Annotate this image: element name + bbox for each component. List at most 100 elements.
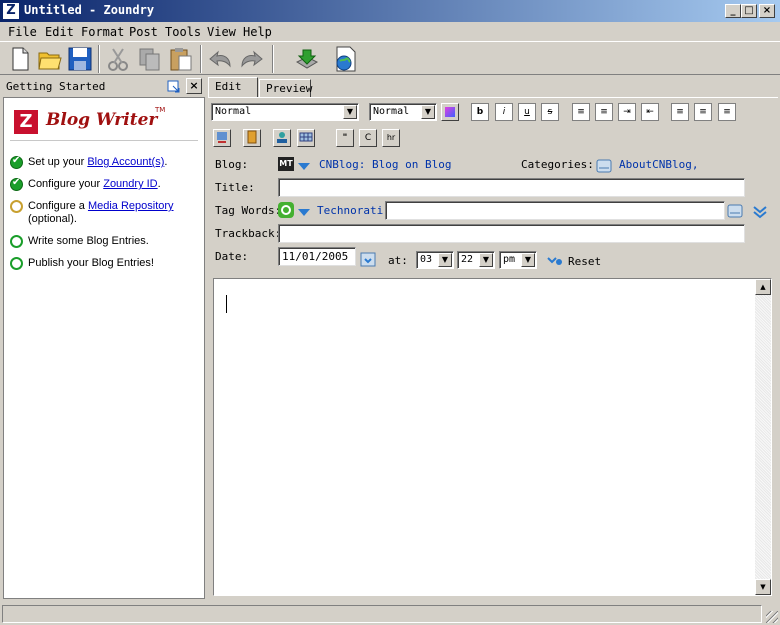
check-done-icon xyxy=(10,177,23,191)
save-disk-icon[interactable] xyxy=(65,44,95,74)
code-button[interactable]: C xyxy=(359,129,377,147)
blog-name-link[interactable]: CNBlog: Blog on Blog xyxy=(319,158,451,171)
task-text: Write some Blog Entries. xyxy=(28,235,149,247)
blog-writer-logo: Z Blog Writer TM xyxy=(12,106,192,138)
blockquote-button[interactable]: " xyxy=(336,129,354,147)
font-size-value: Normal xyxy=(373,106,410,117)
date-label: Date: xyxy=(215,250,249,263)
bullet-list-icon[interactable]: ≡ xyxy=(595,103,613,121)
close-button[interactable]: × xyxy=(759,4,775,18)
panel-dock-icon[interactable] xyxy=(167,79,181,93)
category-value[interactable]: AboutCNBlog, xyxy=(619,158,698,171)
panel-close-icon[interactable]: × xyxy=(186,78,202,94)
paragraph-style-select[interactable]: Normal ▼ xyxy=(211,103,359,121)
blog-label: Blog: xyxy=(215,158,249,171)
strikethrough-button[interactable]: s xyxy=(541,103,559,121)
status-bar xyxy=(0,603,780,625)
tag-words-label: Tag Words: xyxy=(215,204,282,217)
menu-help[interactable]: Help xyxy=(243,25,272,39)
menu-format[interactable]: Format xyxy=(81,25,124,39)
scroll-down-icon[interactable]: ▼ xyxy=(755,579,771,595)
logo-divider xyxy=(10,140,198,141)
menu-tools[interactable]: Tools xyxy=(165,25,201,39)
zoundry-id-link[interactable]: Zoundry ID xyxy=(103,178,157,190)
resize-grip-icon[interactable] xyxy=(766,611,778,623)
vertical-scrollbar[interactable]: ▲ ▼ xyxy=(755,279,771,595)
align-center-icon[interactable]: ≡ xyxy=(694,103,712,121)
redo-icon[interactable] xyxy=(236,44,266,74)
task-suffix: . xyxy=(164,156,168,168)
tag-service-link[interactable]: Technorati xyxy=(317,204,383,217)
menu-bar: File Edit Format Post Tools View Help xyxy=(0,23,780,41)
editor-tabs: Edit Preview xyxy=(208,77,778,97)
undo-icon[interactable] xyxy=(206,44,236,74)
tab-edit[interactable]: Edit xyxy=(208,77,258,97)
categories-picker-icon[interactable] xyxy=(596,158,612,174)
text-color-icon[interactable] xyxy=(441,103,459,121)
ampm-select[interactable]: pm ▼ xyxy=(499,251,537,269)
outdent-icon[interactable]: ⇤ xyxy=(641,103,659,121)
maximize-button[interactable]: □ xyxy=(741,4,757,18)
task-suffix: (optional). xyxy=(28,213,77,225)
indent-icon[interactable]: ⇥ xyxy=(618,103,636,121)
date-input[interactable]: 11/01/2005 xyxy=(278,247,356,266)
insert-person-icon[interactable] xyxy=(273,129,291,147)
scroll-up-icon[interactable]: ▲ xyxy=(755,279,771,295)
chevron-down-icon: ▼ xyxy=(521,253,535,267)
tag-picker-icon[interactable] xyxy=(727,203,743,219)
insert-table-icon[interactable] xyxy=(297,129,315,147)
check-done-icon xyxy=(10,155,23,169)
bold-button[interactable]: b xyxy=(471,103,489,121)
copy-icon[interactable] xyxy=(135,44,165,74)
minute-select[interactable]: 22 ▼ xyxy=(457,251,495,269)
expand-more-icon[interactable] xyxy=(752,204,768,220)
calendar-icon[interactable] xyxy=(360,251,376,267)
hour-select[interactable]: 03 ▼ xyxy=(416,251,454,269)
chevron-down-icon: ▼ xyxy=(421,105,435,119)
title-label: Title: xyxy=(215,181,255,194)
numbered-list-icon[interactable]: ≡ xyxy=(572,103,590,121)
cut-icon[interactable] xyxy=(103,44,133,74)
font-size-select[interactable]: Normal ▼ xyxy=(369,103,437,121)
align-left-icon[interactable]: ≡ xyxy=(671,103,689,121)
media-repository-link[interactable]: Media Repository xyxy=(88,200,174,212)
publish-icon[interactable] xyxy=(292,44,322,74)
new-document-icon[interactable] xyxy=(5,44,35,74)
minimize-button[interactable]: _ xyxy=(725,4,741,18)
tab-preview[interactable]: Preview xyxy=(259,79,312,97)
reset-button[interactable]: Reset xyxy=(568,255,601,268)
trackback-input[interactable] xyxy=(278,224,745,243)
italic-button[interactable]: i xyxy=(495,103,513,121)
open-folder-icon[interactable] xyxy=(35,44,65,74)
tag-service-dropdown-icon[interactable] xyxy=(298,207,310,216)
toolbar-separator xyxy=(200,45,202,73)
toolbar-separator xyxy=(272,45,274,73)
title-input[interactable] xyxy=(278,178,745,197)
body-editor[interactable]: ▲ ▼ xyxy=(213,278,772,596)
reset-arrow-icon[interactable] xyxy=(547,255,563,267)
menu-post[interactable]: Post xyxy=(129,25,158,39)
horizontal-rule-button[interactable]: hr xyxy=(382,129,400,147)
tag-words-input[interactable] xyxy=(385,201,725,220)
underline-button[interactable]: u xyxy=(518,103,536,121)
blog-accounts-link[interactable]: Blog Account(s) xyxy=(87,156,164,168)
task-text: Set up your xyxy=(28,156,88,168)
menu-view[interactable]: View xyxy=(207,25,236,39)
task-text: Configure a xyxy=(28,200,88,212)
task-text: Configure your xyxy=(28,178,104,190)
toolbar-separator xyxy=(98,45,100,73)
menu-file[interactable]: File xyxy=(8,25,37,39)
blog-dropdown-icon[interactable] xyxy=(298,161,310,170)
chevron-down-icon: ▼ xyxy=(343,105,357,119)
panel-body: Z Blog Writer TM Set up your Blog Accoun… xyxy=(3,97,205,599)
align-right-icon[interactable]: ≡ xyxy=(718,103,736,121)
trackback-label: Trackback: xyxy=(215,227,282,240)
paste-icon[interactable] xyxy=(166,44,196,74)
paragraph-style-value: Normal xyxy=(215,106,252,117)
menu-edit[interactable]: Edit xyxy=(45,25,74,39)
insert-link-icon[interactable] xyxy=(213,129,231,147)
preview-web-icon[interactable] xyxy=(331,44,361,74)
categories-label: Categories: xyxy=(521,158,594,171)
optional-circle-icon xyxy=(10,200,23,213)
insert-image-icon[interactable] xyxy=(243,129,261,147)
